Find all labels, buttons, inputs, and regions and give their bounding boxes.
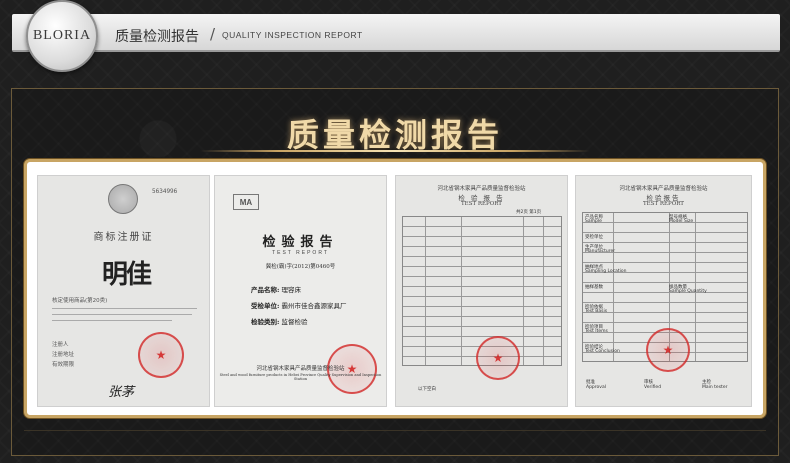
report-title: 检验报告 <box>262 235 339 250</box>
certificate-title: 商标注册证 <box>93 232 154 243</box>
bottom-divider <box>24 430 766 431</box>
doc-label: 核定使用商品(第20类) <box>52 298 108 304</box>
red-seal-stamp: ★ <box>646 328 690 372</box>
table-cell: Sample <box>585 219 602 224</box>
doc-label: 注册地址 <box>52 352 75 358</box>
report-row: 检验类别: 监督检验 <box>251 316 307 326</box>
report-code: 冀检(霸)字(2012)第0460号 <box>265 264 336 270</box>
row-value: 理容床 <box>281 286 301 294</box>
table-cell: 受检单位 <box>585 235 603 240</box>
header-title-cn: 质量检测报告 <box>115 29 199 45</box>
report-subtitle: TEST REPORT <box>272 250 329 256</box>
table-divider <box>425 217 426 365</box>
doc-trademark-certificate[interactable]: 5634996 商标注册证 明佳 核定使用商品(第20类) 注册人 注册地址 有… <box>37 175 210 407</box>
table-divider <box>543 217 544 365</box>
page-number: 共2页 第1页 <box>516 210 542 215</box>
table-cell: Sample Quantity <box>669 289 707 294</box>
row-value: 霸州市佳合鑫源家具厂 <box>281 302 347 310</box>
table-cell: Sampling Location <box>585 269 627 274</box>
sign-label: Approval <box>586 385 606 390</box>
table-cell: Model Size <box>669 219 694 224</box>
row-label: 检验类别: <box>251 318 280 326</box>
text-line <box>52 308 197 309</box>
table-divider <box>461 217 462 365</box>
doc-label: 注册人 <box>52 342 69 348</box>
report-org: 河北省钢木家具产品质量监督检验站 <box>619 186 708 192</box>
sign-label: Verified <box>644 385 662 390</box>
trademark-mark: 明佳 <box>102 260 152 290</box>
row-value: 监督检验 <box>281 318 308 326</box>
table-cell: Test Basis <box>585 309 608 314</box>
red-seal-stamp: ★ <box>138 332 184 378</box>
brand-logo[interactable]: BLORIA <box>26 0 98 72</box>
gold-divider <box>200 150 590 152</box>
table-cell: Manufacturer <box>585 249 616 254</box>
row-label: 产品名称: <box>251 286 280 294</box>
sign-label: Main tester <box>702 385 728 390</box>
text-line <box>52 314 192 315</box>
table-cell: 抽样基数 <box>585 285 603 290</box>
report-footer-en: Steel and wood furniture products in Heb… <box>219 373 382 381</box>
brand-name: BLORIA <box>32 28 92 43</box>
doc-test-report-table-2[interactable]: 河北省钢木家具产品质量监督检验站 检验报告 TEST REPORT 产品名称 S… <box>575 175 752 407</box>
table-divider <box>523 217 524 365</box>
red-seal-stamp: ★ <box>476 336 520 380</box>
national-emblem-icon <box>108 184 138 214</box>
report-row: 产品名称: 理容床 <box>251 284 301 294</box>
report-footer-cn: 河北省钢木家具产品质量监督检验站 <box>256 366 345 372</box>
table-cell: Test Conclusion <box>585 349 620 354</box>
certificate-number: 5634996 <box>152 188 178 195</box>
doc-test-report-table-1[interactable]: 河北省钢木家具产品质量监督检验站 检 验 报 告 TEST REPORT 共2页… <box>395 175 568 407</box>
signature: 张茅 <box>108 385 135 400</box>
header-title-en: QUALITY INSPECTION REPORT <box>222 30 363 40</box>
header-separator: / <box>210 25 216 43</box>
table-divider <box>613 213 614 361</box>
report-row: 受检单位: 霸州市佳合鑫源家具厂 <box>251 300 346 310</box>
row-label: 受检单位: <box>251 302 280 310</box>
report-subtitle: TEST REPORT <box>461 201 502 207</box>
doc-label: 有效期限 <box>52 362 75 368</box>
ma-logo-icon: MA <box>233 194 259 210</box>
table-footer-note: 以下空白 <box>418 387 436 392</box>
table-cell: Test Items <box>585 329 608 334</box>
report-org: 河北省钢木家具产品质量监督检验站 <box>437 186 526 192</box>
report-subtitle: TEST REPORT <box>643 201 684 207</box>
doc-test-report-cover[interactable]: MA 检验报告 TEST REPORT 冀检(霸)字(2012)第0460号 产… <box>214 175 387 407</box>
table-divider <box>695 213 696 361</box>
text-line <box>52 320 172 321</box>
